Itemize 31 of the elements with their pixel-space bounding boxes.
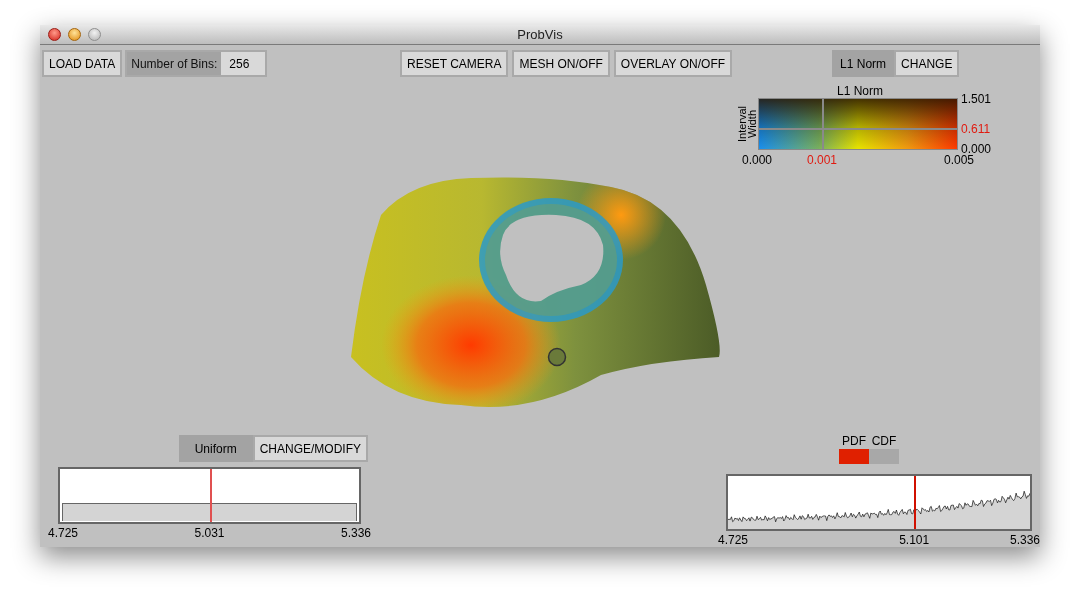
colormap-title: L1 Norm <box>836 84 884 98</box>
axis-tick-label: 5.336 <box>1009 532 1040 549</box>
toolbar-button[interactable]: MESH ON/OFF <box>512 50 610 77</box>
axis-tick-label: 0.000 <box>742 152 773 169</box>
distribution-plot[interactable] <box>58 467 361 524</box>
zoom-icon[interactable] <box>88 28 101 41</box>
metric-label: L1 Norm <box>832 50 895 77</box>
axis-tick-label: 4.725 <box>718 532 749 549</box>
bins-field[interactable]: Number of Bins: 256 <box>125 50 268 77</box>
toolbar-button[interactable]: RESET CAMERA <box>400 50 509 77</box>
minimize-icon[interactable] <box>68 28 81 41</box>
distribution-label: Uniform <box>178 435 253 462</box>
axis-tick-label: 0.001 <box>807 152 837 169</box>
colormap-axis-label: Interval Width <box>737 105 757 143</box>
colormap[interactable] <box>758 98 958 150</box>
window-title: ProbVis <box>517 25 563 44</box>
marker-line[interactable] <box>913 476 916 529</box>
axis-tick-label: 5.336 <box>340 525 371 542</box>
close-icon[interactable] <box>48 28 61 41</box>
toolbar-button[interactable]: CHANGE/MODIFY <box>252 435 368 462</box>
axis-tick-label: 5.101 <box>899 532 930 549</box>
axis-tick-label: 1.501 <box>961 93 992 105</box>
toolbar-button[interactable]: LOAD DATA <box>42 50 123 77</box>
toolbar-button[interactable]: OVERLAY ON/OFF <box>613 50 733 77</box>
marker-line[interactable] <box>209 469 212 522</box>
axis-tick-label: 4.725 <box>48 525 79 542</box>
axis-tick-label: 5.031 <box>194 525 225 542</box>
axis-tick-label: 0.000 <box>961 143 992 155</box>
toolbar-button[interactable]: CHANGE <box>894 50 960 77</box>
axis-tick-label: 0.611 <box>961 122 991 135</box>
axis-tick-label: 0.005 <box>943 153 974 169</box>
